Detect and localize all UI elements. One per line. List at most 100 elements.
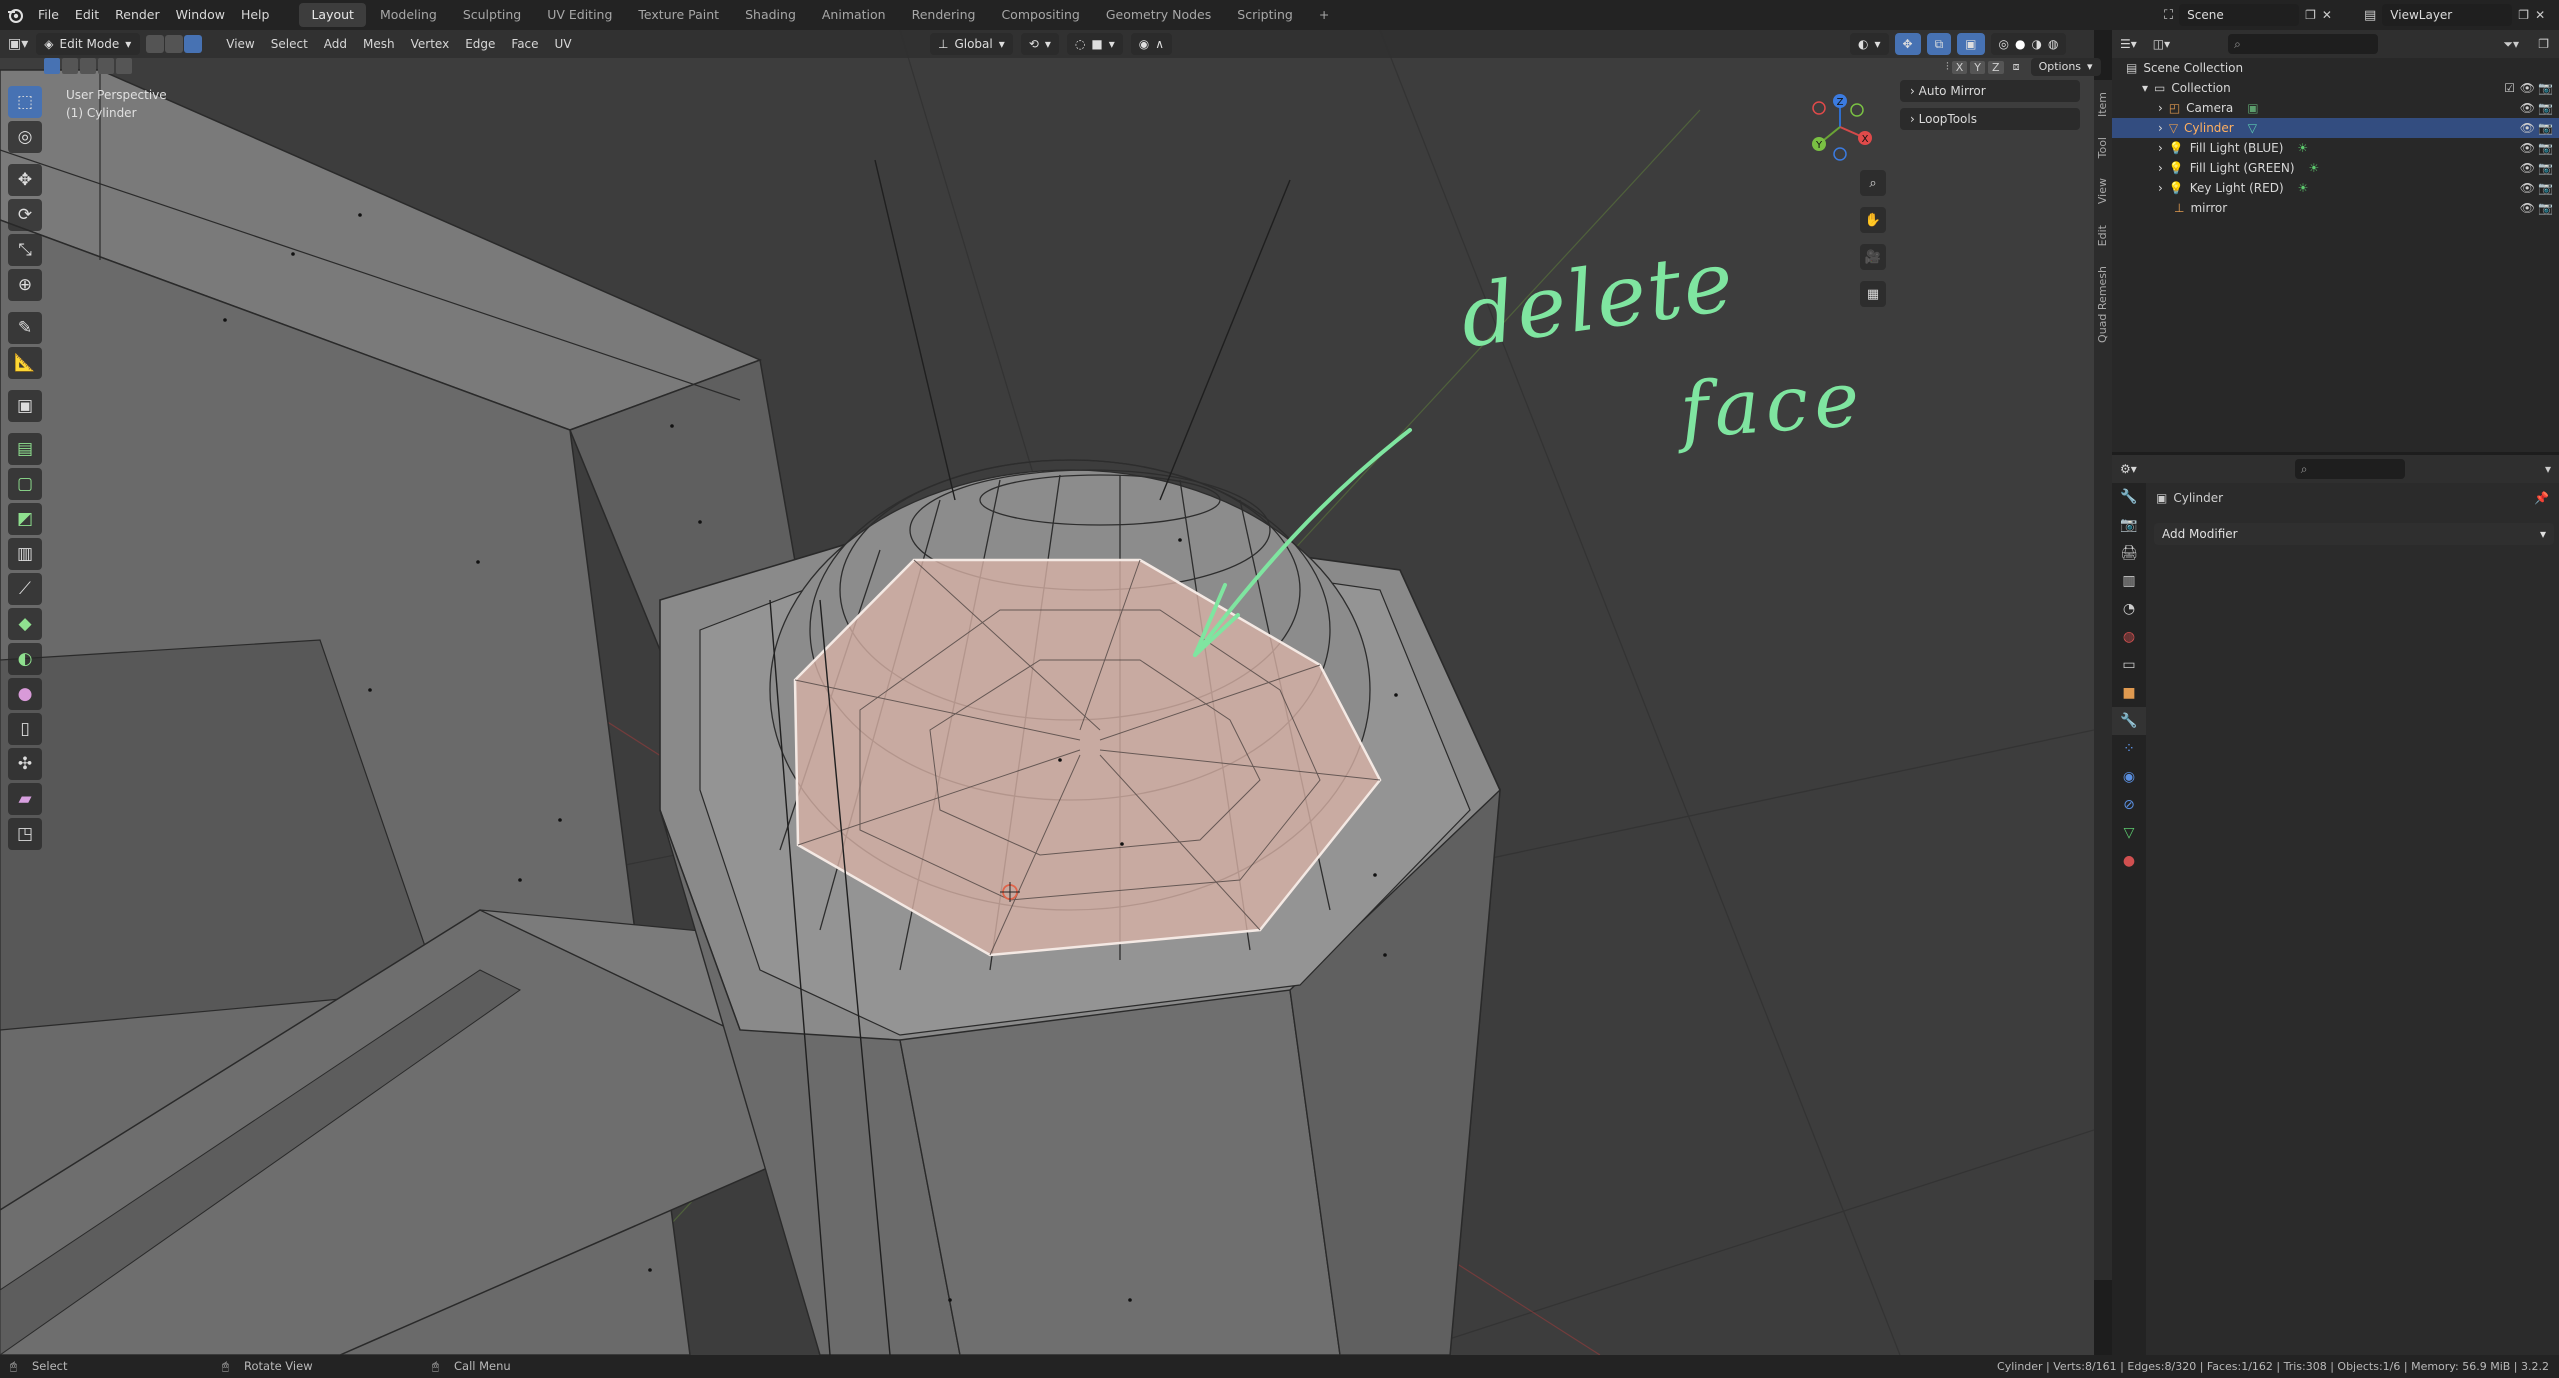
spin-tool-icon[interactable]: ◐ xyxy=(8,643,42,675)
blender-logo-icon[interactable] xyxy=(0,0,30,30)
auto-mirror-panel[interactable]: › Auto Mirror xyxy=(1900,80,2080,102)
tab-geometry-nodes[interactable]: Geometry Nodes xyxy=(1094,3,1223,27)
select-intersect-icon[interactable] xyxy=(116,58,132,74)
shading-modes[interactable]: ◎ ● ◑ ◍ xyxy=(1990,33,2067,55)
select-invert-icon[interactable] xyxy=(98,58,114,74)
outliner-search-input[interactable]: ⌕ xyxy=(2228,34,2379,54)
rendered-shading-icon[interactable]: ◍ xyxy=(2048,33,2058,55)
material-properties-icon[interactable]: ● xyxy=(2112,847,2146,875)
cursor-tool-icon[interactable]: ◎ xyxy=(8,121,42,153)
menu-mesh[interactable]: Mesh xyxy=(355,32,403,56)
tab-rendering[interactable]: Rendering xyxy=(900,3,988,27)
options-dropdown[interactable]: Options ▾ xyxy=(2030,58,2101,76)
tab-animation[interactable]: Animation xyxy=(810,3,898,27)
loop-cut-tool-icon[interactable]: ▥ xyxy=(8,538,42,570)
menu-render[interactable]: Render xyxy=(107,0,168,30)
looptools-panel[interactable]: › LoopTools xyxy=(1900,108,2080,130)
tool-properties-icon[interactable]: 🔧 xyxy=(2112,483,2146,511)
camera-view-icon[interactable]: 🎥 xyxy=(1860,244,1886,270)
select-new-icon[interactable] xyxy=(44,58,60,74)
pan-hand-icon[interactable]: ✋ xyxy=(1860,207,1886,233)
rip-region-tool-icon[interactable]: ◳ xyxy=(8,818,42,850)
mirror-z-toggle[interactable]: Z xyxy=(1988,60,2004,74)
collection-row[interactable]: ▾ ▭ Collection ☑ 👁 📷 xyxy=(2112,78,2559,98)
auto-merge-icon[interactable]: ⧈ xyxy=(2013,60,2020,74)
menu-vertex[interactable]: Vertex xyxy=(403,32,458,56)
outliner-item-fill-light-blue[interactable]: › 💡 Fill Light (BLUE) ☀ 👁 📷 xyxy=(2112,138,2559,158)
rotate-tool-icon[interactable]: ⟳ xyxy=(8,199,42,231)
scene-name-field[interactable]: Scene xyxy=(2179,4,2300,26)
view-layer-properties-icon[interactable]: ▥ xyxy=(2112,567,2146,595)
mirror-x-toggle[interactable]: X xyxy=(1951,60,1968,74)
menu-file[interactable]: File xyxy=(30,0,67,30)
outliner-item-fill-light-green[interactable]: › 💡 Fill Light (GREEN) ☀ 👁 📷 xyxy=(2112,158,2559,178)
outliner-item-cylinder[interactable]: › ▽ Cylinder ▽ 👁 📷 xyxy=(2112,118,2559,138)
menu-select[interactable]: Select xyxy=(263,32,316,56)
menu-add[interactable]: Add xyxy=(316,32,355,56)
properties-search-input[interactable]: ⌕ xyxy=(2294,459,2405,479)
move-tool-icon[interactable]: ✥ xyxy=(8,164,42,196)
proportional-edit[interactable]: ◉ ∧ xyxy=(1130,33,1172,55)
camera-render-icon[interactable]: 📷 xyxy=(2538,118,2553,138)
camera-render-icon[interactable]: 📷 xyxy=(2538,198,2553,218)
inset-tool-icon[interactable]: ▢ xyxy=(8,468,42,500)
outliner-item-key-light-red[interactable]: › 💡 Key Light (RED) ☀ 👁 📷 xyxy=(2112,178,2559,198)
extrude-tool-icon[interactable]: ▤ xyxy=(8,433,42,465)
material-shading-icon[interactable]: ◑ xyxy=(2031,33,2041,55)
shear-tool-icon[interactable]: ▰ xyxy=(8,783,42,815)
menu-edit[interactable]: Edit xyxy=(67,0,107,30)
orientation-dropdown[interactable]: ⊥ Global ▾ xyxy=(930,33,1013,55)
properties-editor-icon[interactable]: ⚙▾ xyxy=(2112,457,2145,481)
object-properties-icon[interactable]: ■ xyxy=(2112,679,2146,707)
wireframe-shading-icon[interactable]: ◎ xyxy=(1999,33,2009,55)
eye-icon[interactable]: 👁 xyxy=(2520,98,2535,118)
camera-render-icon[interactable]: 📷 xyxy=(2538,138,2553,158)
physics-properties-icon[interactable]: ◉ xyxy=(2112,763,2146,791)
tab-scripting[interactable]: Scripting xyxy=(1225,3,1305,27)
solid-shading-icon[interactable]: ● xyxy=(2015,33,2025,55)
snap-dropdown[interactable]: ◌ ■ ▾ xyxy=(1066,33,1123,55)
eye-icon[interactable]: 👁 xyxy=(2520,198,2535,218)
menu-uv[interactable]: UV xyxy=(547,32,580,56)
add-workspace-button[interactable]: + xyxy=(1307,3,1341,27)
menu-face[interactable]: Face xyxy=(503,32,546,56)
view-layer-selector[interactable]: ▤ ViewLayer ❐ ✕ xyxy=(2364,4,2545,26)
visibility-dropdown[interactable]: ◐ ▾ xyxy=(1850,33,1889,55)
menu-edge[interactable]: Edge xyxy=(457,32,503,56)
eye-icon[interactable]: 👁 xyxy=(2520,78,2535,98)
outliner-item-mirror[interactable]: ⊥ mirror 👁 📷 xyxy=(2112,198,2559,218)
new-collection-icon[interactable]: ❐ xyxy=(2538,37,2549,51)
eye-icon[interactable]: 👁 xyxy=(2520,158,2535,178)
filter-icon[interactable]: ⏷▾ xyxy=(2503,37,2519,52)
camera-render-icon[interactable]: 📷 xyxy=(2538,158,2553,178)
menu-window[interactable]: Window xyxy=(168,0,233,30)
outliner-editor-icon[interactable]: ☰▾ xyxy=(2112,32,2145,56)
bevel-tool-icon[interactable]: ◩ xyxy=(8,503,42,535)
add-modifier-dropdown[interactable]: Add Modifier ▾ xyxy=(2154,523,2554,545)
edge-slide-tool-icon[interactable]: ▯ xyxy=(8,713,42,745)
mirror-y-toggle[interactable]: Y xyxy=(1970,60,1986,74)
constraints-properties-icon[interactable]: ⊘ xyxy=(2112,791,2146,819)
render-properties-icon[interactable]: 📷 xyxy=(2112,511,2146,539)
tab-sculpting[interactable]: Sculpting xyxy=(451,3,533,27)
tab-view[interactable]: View xyxy=(2094,170,2111,212)
tab-quad-remesh[interactable]: Quad Remesh xyxy=(2094,258,2111,351)
chevron-down-icon[interactable]: ▾ xyxy=(2545,462,2551,476)
eye-icon[interactable]: 👁 xyxy=(2520,138,2535,158)
scene-properties-icon[interactable]: ◔ xyxy=(2112,595,2146,623)
pivot-dropdown[interactable]: ⟲ ▾ xyxy=(1020,33,1059,55)
display-mode-icon[interactable]: ◫▾ xyxy=(2145,32,2178,56)
transform-tool-icon[interactable]: ⊕ xyxy=(8,269,42,301)
outliner-item-camera[interactable]: › ◰ Camera ▣ 👁 📷 xyxy=(2112,98,2559,118)
measure-tool-icon[interactable]: 📐 xyxy=(8,347,42,379)
zoom-icon[interactable]: ⌕ xyxy=(1860,170,1886,196)
knife-tool-icon[interactable]: ⟋ xyxy=(8,573,42,605)
scale-tool-icon[interactable]: ⤡ xyxy=(8,234,42,266)
3d-viewport[interactable]: delete face Z X Y ⌕ ✋ 🎥 ▦ › Auto Mirror … xyxy=(0,30,2094,1355)
checkbox-icon[interactable]: ☑ xyxy=(2504,78,2515,98)
collection-properties-icon[interactable]: ▭ xyxy=(2112,651,2146,679)
new-view-layer-icon[interactable]: ❐ xyxy=(2518,8,2529,22)
add-cube-tool-icon[interactable]: ▣ xyxy=(8,390,42,422)
xray-toggle[interactable]: ▣ xyxy=(1957,33,1985,55)
select-subtract-icon[interactable] xyxy=(80,58,96,74)
